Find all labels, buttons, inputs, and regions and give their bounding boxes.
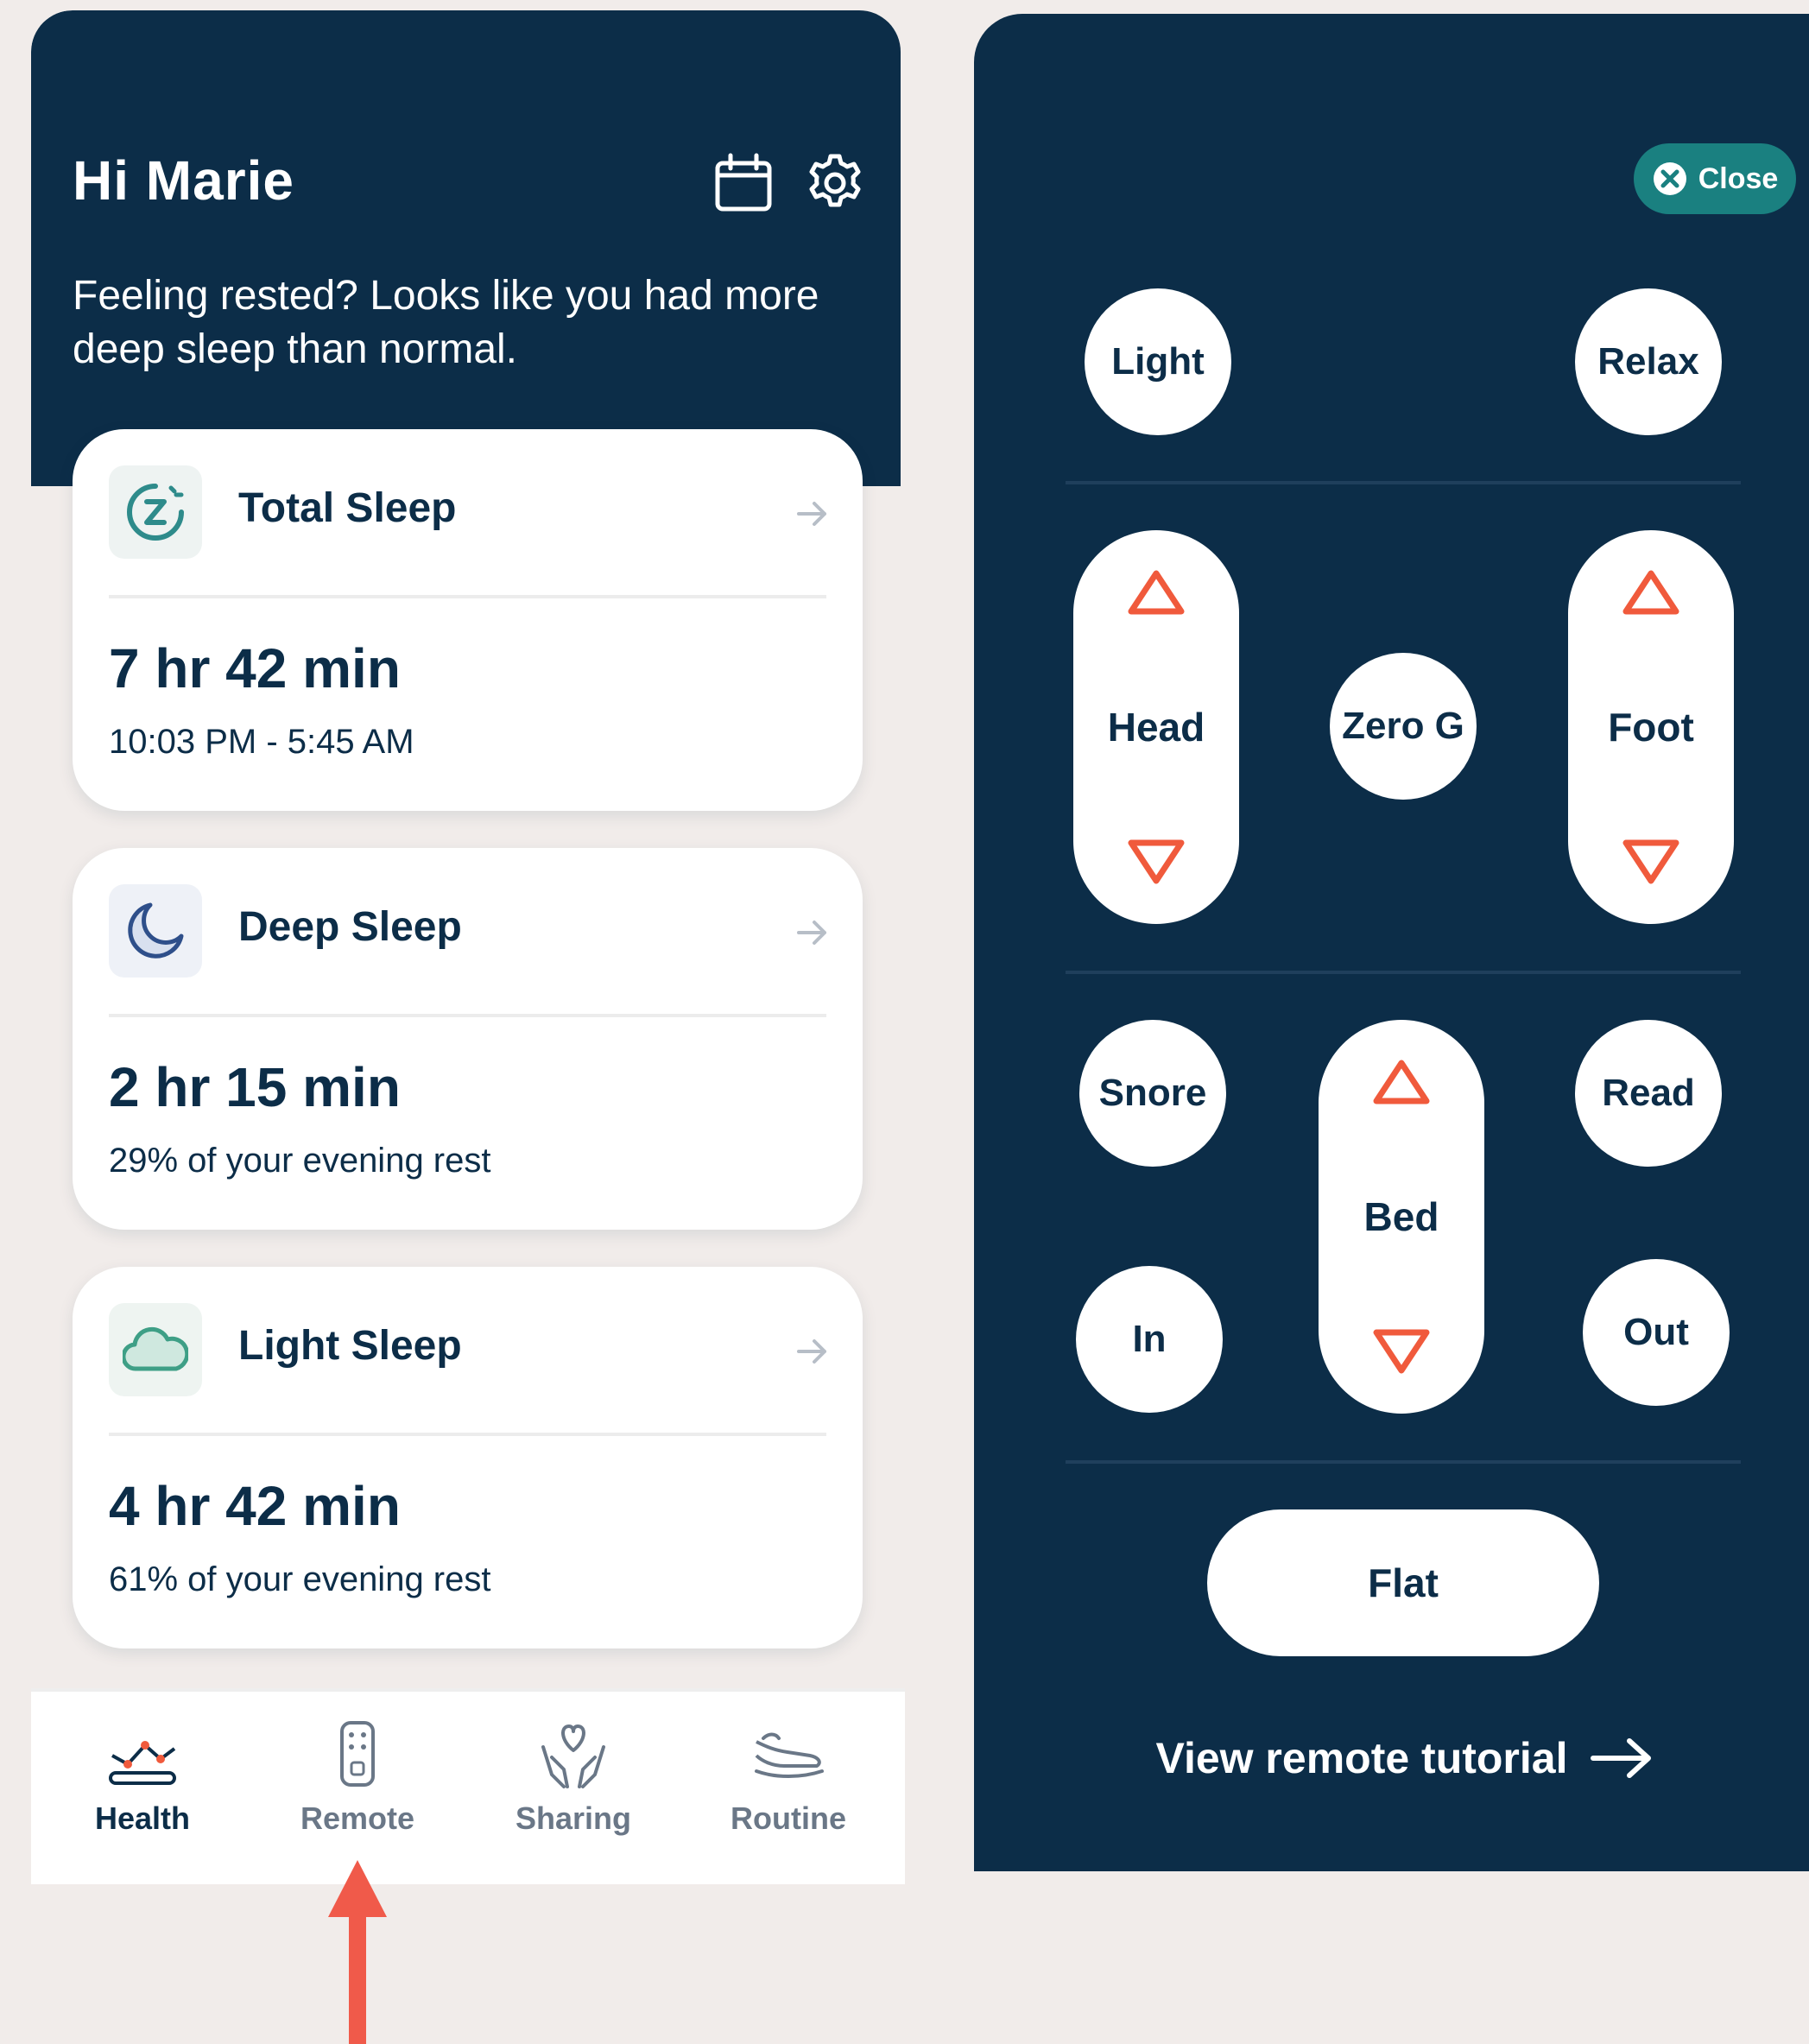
divider bbox=[1066, 971, 1741, 974]
sharing-hands-heart-icon bbox=[541, 1724, 605, 1788]
close-icon bbox=[1653, 162, 1686, 195]
close-label: Close bbox=[1698, 161, 1779, 195]
flat-button[interactable]: Flat bbox=[1207, 1509, 1599, 1656]
relax-button[interactable]: Relax bbox=[1575, 288, 1722, 435]
card-subtitle: 61% of your evening rest bbox=[109, 1560, 491, 1598]
arrow-right-icon bbox=[797, 502, 826, 526]
deep-sleep-card[interactable]: Deep Sleep 2 hr 15 min 29% of your eveni… bbox=[73, 848, 863, 1230]
card-subtitle: 29% of your evening rest bbox=[109, 1142, 491, 1180]
foot-up-button[interactable] bbox=[1622, 568, 1680, 617]
nav-label: Remote bbox=[300, 1800, 415, 1836]
foot-down-button[interactable] bbox=[1622, 838, 1680, 886]
sleep-z-icon bbox=[109, 465, 202, 559]
gear-icon[interactable] bbox=[805, 153, 865, 213]
card-subtitle: 10:03 PM - 5:45 AM bbox=[109, 723, 414, 761]
moon-icon bbox=[109, 884, 202, 978]
card-title: Deep Sleep bbox=[238, 904, 462, 950]
header: Hi Marie Feeling rested? Looks like you … bbox=[31, 10, 901, 486]
divider bbox=[1066, 1460, 1741, 1464]
snore-button[interactable]: Snore bbox=[1079, 1020, 1226, 1167]
total-sleep-card[interactable]: Total Sleep 7 hr 42 min 10:03 PM - 5:45 … bbox=[73, 429, 863, 811]
foot-control: Foot bbox=[1568, 530, 1734, 924]
card-value: 7 hr 42 min bbox=[109, 637, 401, 699]
bed-control: Bed bbox=[1319, 1020, 1484, 1414]
remote-icon bbox=[340, 1721, 375, 1787]
bed-up-button[interactable] bbox=[1372, 1058, 1431, 1106]
divider bbox=[1066, 481, 1741, 484]
cloud-icon bbox=[109, 1303, 202, 1396]
sleep-health-screen: Hi Marie Feeling rested? Looks like you … bbox=[31, 10, 905, 1884]
bed-remote-screen: Close Light Relax Head Zero G Foot Snore… bbox=[974, 14, 1809, 1871]
divider bbox=[109, 1014, 826, 1017]
arrow-right-icon bbox=[797, 1339, 826, 1364]
nav-routine[interactable]: Routine bbox=[702, 1721, 875, 1837]
view-tutorial-link[interactable]: View remote tutorial bbox=[1129, 1724, 1682, 1793]
light-button[interactable]: Light bbox=[1085, 288, 1231, 435]
nav-remote[interactable]: Remote bbox=[271, 1721, 444, 1837]
head-up-button[interactable] bbox=[1127, 568, 1186, 617]
card-value: 2 hr 15 min bbox=[109, 1056, 401, 1118]
nav-label: Routine bbox=[731, 1800, 846, 1836]
divider bbox=[109, 1433, 826, 1436]
arrow-right-icon bbox=[1591, 1738, 1652, 1778]
read-button[interactable]: Read bbox=[1575, 1020, 1722, 1167]
head-down-button[interactable] bbox=[1127, 838, 1186, 886]
bottom-nav: Health Remote Sharing Routine bbox=[31, 1688, 905, 1884]
nav-sharing[interactable]: Sharing bbox=[487, 1721, 660, 1837]
light-sleep-card[interactable]: Light Sleep 4 hr 42 min 61% of your even… bbox=[73, 1267, 863, 1648]
header-message: Feeling rested? Looks like you had more … bbox=[73, 273, 819, 372]
nav-label: Health bbox=[94, 1800, 191, 1836]
zero-g-button[interactable]: Zero G bbox=[1330, 653, 1477, 800]
arrow-right-icon bbox=[797, 921, 826, 945]
in-button[interactable]: In bbox=[1076, 1266, 1223, 1413]
health-chart-icon bbox=[109, 1741, 176, 1785]
out-button[interactable]: Out bbox=[1583, 1259, 1730, 1406]
head-control: Head bbox=[1073, 530, 1239, 924]
tutorial-label: View remote tutorial bbox=[1155, 1734, 1568, 1782]
bed-label: Bed bbox=[1363, 1194, 1439, 1239]
calendar-icon[interactable] bbox=[713, 153, 774, 213]
head-label: Head bbox=[1107, 705, 1205, 750]
nav-health[interactable]: Health bbox=[56, 1721, 229, 1837]
close-button[interactable]: Close bbox=[1634, 143, 1796, 214]
card-value: 4 hr 42 min bbox=[109, 1475, 401, 1537]
greeting: Hi Marie bbox=[73, 149, 294, 212]
routine-bed-icon bbox=[755, 1732, 824, 1778]
foot-label: Foot bbox=[1608, 705, 1694, 750]
card-title: Light Sleep bbox=[238, 1323, 462, 1369]
nav-label: Sharing bbox=[515, 1800, 631, 1836]
bed-down-button[interactable] bbox=[1372, 1327, 1431, 1376]
divider bbox=[109, 595, 826, 598]
pointer-arrow-icon bbox=[328, 1860, 387, 2044]
card-title: Total Sleep bbox=[238, 485, 457, 531]
